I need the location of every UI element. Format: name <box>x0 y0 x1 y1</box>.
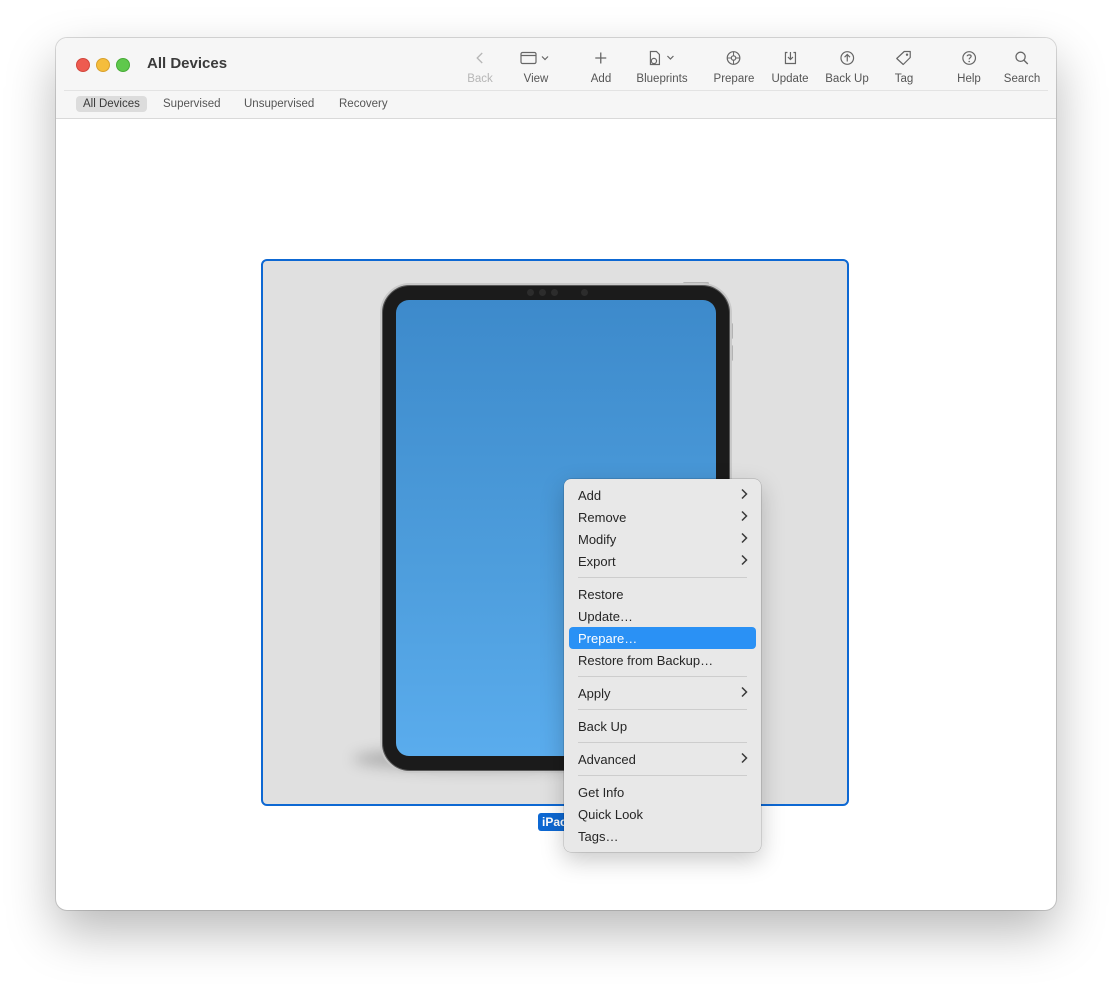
menu-separator <box>578 742 747 743</box>
blueprints-label: Blueprints <box>636 73 688 85</box>
prepare-button[interactable]: Prepare <box>713 48 755 88</box>
arrow-up-circle-icon <box>839 48 855 68</box>
menu-item-label: Get Info <box>578 785 625 800</box>
menu-item-modify[interactable]: Modify <box>569 528 756 550</box>
menu-item-label: Advanced <box>578 752 636 767</box>
menu-item-label: Back Up <box>578 719 628 734</box>
menu-item-label: Restore from Backup… <box>578 653 714 668</box>
menu-item-remove[interactable]: Remove <box>569 506 756 528</box>
menu-item-quick-look[interactable]: Quick Look <box>569 803 756 825</box>
tag-label: Tag <box>894 73 914 85</box>
menu-item-label: Apply <box>578 686 611 701</box>
menu-item-tags[interactable]: Tags… <box>569 825 756 847</box>
menu-item-label: Export <box>578 554 616 569</box>
ipad-camera <box>539 289 546 296</box>
window-title: All Devices <box>147 55 228 72</box>
update-label: Update <box>771 73 809 85</box>
plus-icon <box>594 48 608 68</box>
search-label: Search <box>1003 73 1041 85</box>
menu-item-get-info[interactable]: Get Info <box>569 781 756 803</box>
chevron-left-icon <box>474 48 486 68</box>
blueprints-button[interactable]: Blueprints <box>636 48 688 88</box>
chevron-right-icon <box>740 554 748 569</box>
back-up-label: Back Up <box>825 73 869 85</box>
main-window: All Devices Back View Add Blueprints Pre… <box>56 38 1056 910</box>
menu-item-label: Tags… <box>578 829 619 844</box>
tag-button[interactable]: Tag <box>894 48 914 88</box>
menu-item-label: Prepare… <box>578 631 638 646</box>
view-button[interactable]: View <box>520 48 552 88</box>
menu-item-restore[interactable]: Restore <box>569 583 756 605</box>
menu-separator <box>578 676 747 677</box>
ipad-sensor <box>527 289 534 296</box>
menu-item-restore-from-backup[interactable]: Restore from Backup… <box>569 649 756 671</box>
menu-item-label: Quick Look <box>578 807 644 822</box>
menu-item-label: Remove <box>578 510 627 525</box>
chevron-right-icon <box>740 752 748 767</box>
search-icon <box>1014 48 1030 68</box>
menu-item-back-up[interactable]: Back Up <box>569 715 756 737</box>
help-button[interactable]: Help <box>957 48 981 88</box>
chevron-right-icon <box>740 510 748 525</box>
add-label: Add <box>590 73 612 85</box>
scope-bar: All Devices Supervised Unsupervised Reco… <box>56 90 1056 119</box>
menu-item-prepare[interactable]: Prepare… <box>569 627 756 649</box>
close-window-button[interactable] <box>76 58 90 72</box>
chevron-right-icon <box>740 532 748 547</box>
menu-item-label: Modify <box>578 532 617 547</box>
scope-tab-recovery[interactable]: Recovery <box>332 96 395 112</box>
zoom-window-button[interactable] <box>116 58 130 72</box>
scope-tab-all-devices[interactable]: All Devices <box>76 96 147 112</box>
search-button[interactable]: Search <box>1004 48 1040 88</box>
ipad-sensor <box>551 289 558 296</box>
chevron-right-icon <box>740 488 748 503</box>
chevron-right-icon <box>740 686 748 701</box>
menu-item-apply[interactable]: Apply <box>569 682 756 704</box>
menu-separator <box>578 775 747 776</box>
question-circle-icon <box>961 48 977 68</box>
title-bar: All Devices Back View Add Blueprints Pre… <box>56 38 1056 90</box>
menu-separator <box>578 709 747 710</box>
ipad-sensor <box>581 289 588 296</box>
context-menu: Add Remove Modify Export Restore Update…… <box>564 479 761 852</box>
scope-tab-supervised[interactable]: Supervised <box>156 96 228 112</box>
menu-item-export[interactable]: Export <box>569 550 756 572</box>
scope-tab-unsupervised[interactable]: Unsupervised <box>237 96 321 112</box>
tag-icon <box>895 48 913 68</box>
scope-bar-divider <box>64 90 1048 91</box>
window-view-icon <box>520 48 552 68</box>
minimize-window-button[interactable] <box>96 58 110 72</box>
update-button[interactable]: Update <box>771 48 809 88</box>
menu-item-advanced[interactable]: Advanced <box>569 748 756 770</box>
menu-item-update[interactable]: Update… <box>569 605 756 627</box>
prepare-label: Prepare <box>713 73 755 85</box>
add-button[interactable]: Add <box>591 48 611 88</box>
menu-item-label: Restore <box>578 587 624 602</box>
menu-item-label: Update… <box>578 609 633 624</box>
download-tray-icon <box>782 48 798 68</box>
help-label: Help <box>957 73 981 85</box>
view-label: View <box>523 73 549 85</box>
back-up-button[interactable]: Back Up <box>825 48 869 88</box>
menu-item-add[interactable]: Add <box>569 484 756 506</box>
menu-separator <box>578 577 747 578</box>
back-label: Back <box>467 73 493 85</box>
menu-item-label: Add <box>578 488 602 503</box>
prepare-gear-icon <box>726 48 742 68</box>
back-button[interactable]: Back <box>467 48 493 88</box>
blueprints-icon <box>647 48 677 68</box>
